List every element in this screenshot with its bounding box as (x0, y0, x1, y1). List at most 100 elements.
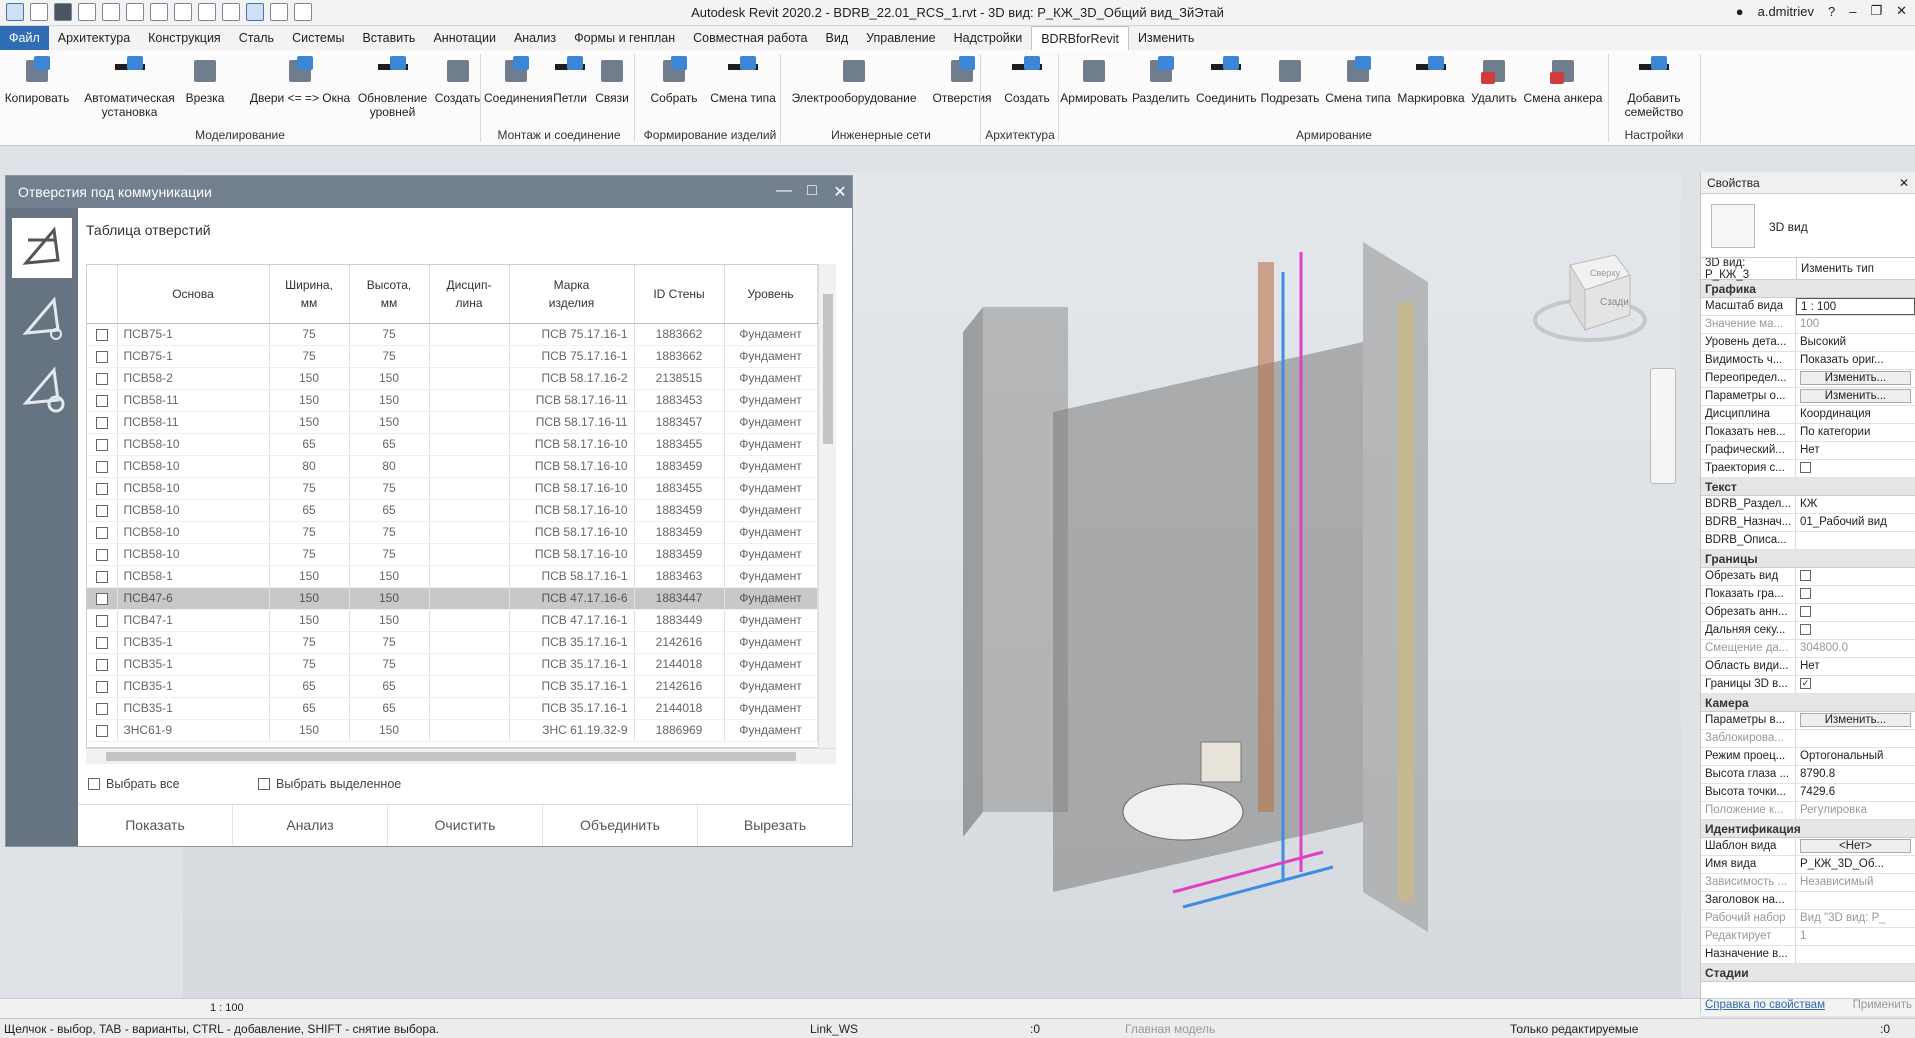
property-value[interactable] (1796, 730, 1915, 747)
workset-selector[interactable]: Link_WS (810, 1022, 858, 1036)
analyze-button[interactable]: Анализ (233, 805, 388, 846)
sidebar-openings-icon[interactable] (12, 218, 72, 278)
property-row[interactable]: Область види... Нет (1701, 658, 1915, 676)
property-checkbox[interactable] (1800, 570, 1811, 582)
row-checkbox[interactable] (95, 526, 108, 539)
property-row[interactable]: Рабочий набор Вид "3D вид: Р_ (1701, 910, 1915, 928)
property-row[interactable]: Смещение да... 304800.0 (1701, 640, 1915, 658)
table-row[interactable]: ПСВ58-10 80 80 ПСВ 58.17.16-10 1883459 Фундам… (87, 455, 818, 478)
row-checkbox[interactable] (95, 724, 108, 737)
property-value[interactable] (1796, 892, 1915, 909)
property-value[interactable]: Изменить... (1796, 388, 1915, 405)
property-value[interactable] (1796, 622, 1915, 639)
row-checkbox-cell[interactable] (87, 323, 118, 346)
table-row[interactable]: ПСВ58-10 75 75 ПСВ 58.17.16-10 1883459 Фундам… (87, 543, 818, 566)
property-value[interactable]: 7429.6 (1796, 784, 1915, 801)
property-row[interactable]: Параметры о... Изменить... (1701, 388, 1915, 406)
pipe-cold-horizontal[interactable] (1182, 865, 1334, 909)
row-checkbox[interactable] (95, 372, 108, 385)
table-row[interactable]: ПСВ58-11 150 150 ПСВ 58.17.16-11 1883457 Фунд… (87, 411, 818, 434)
table-row[interactable]: ПСВ75-1 75 75 ПСВ 75.17.16-1 1883662 Фундамен… (87, 323, 818, 346)
property-value[interactable]: Координация (1796, 406, 1915, 423)
ribbon-button-21[interactable]: Смена анкера (1520, 54, 1606, 105)
property-category[interactable]: Границы (1701, 550, 1915, 568)
table-row[interactable]: ЗНС61-9 150 150 ЗНС 61.19.32-9 1886969 Фундам… (87, 719, 818, 742)
ribbon-button-15[interactable]: Разделить (1130, 54, 1192, 105)
row-checkbox[interactable] (95, 702, 108, 715)
properties-help-link[interactable]: Справка по свойствам (1705, 999, 1825, 1016)
table-row[interactable]: ПСВ58-11 150 150 ПСВ 58.17.16-11 1883453 Фунд… (87, 389, 818, 412)
row-checkbox-cell[interactable] (87, 631, 118, 654)
ribbon-button-18[interactable]: Смена типа (1324, 54, 1392, 105)
property-row[interactable]: Значение ма... 100 (1701, 316, 1915, 334)
apply-button[interactable]: Применить (1853, 999, 1912, 1016)
view-selector[interactable]: 3D вид: Р_КЖ_3 (1701, 256, 1797, 281)
property-row[interactable]: BDRB_Раздел... КЖ (1701, 496, 1915, 514)
ribbon-button-5[interactable]: Создать (430, 54, 485, 105)
property-value[interactable] (1796, 460, 1915, 477)
property-value[interactable]: 01_Рабочий вид (1796, 514, 1915, 531)
ribbon-button-14[interactable]: Армировать (1060, 54, 1128, 105)
property-row[interactable]: Переопредел... Изменить... (1701, 370, 1915, 388)
view-cube-face[interactable]: Сзади (1600, 297, 1629, 308)
dialog-minimize-button[interactable]: — (774, 182, 794, 200)
property-value[interactable]: По категории (1796, 424, 1915, 441)
row-checkbox-cell[interactable] (87, 433, 118, 456)
sink[interactable] (1122, 783, 1244, 841)
ribbon-tab-7[interactable]: Анализ (505, 26, 565, 50)
table-row[interactable]: ПСВ35-1 65 65 ПСВ 35.17.16-1 2142616 Фундамен… (87, 675, 818, 698)
row-checkbox[interactable] (95, 548, 108, 561)
dialog-title-bar[interactable]: Отверстия под коммуникации — □ ✕ (6, 176, 852, 208)
toilet[interactable] (1200, 741, 1242, 783)
header-base[interactable]: Основа (117, 265, 270, 324)
property-value[interactable]: Вид "3D вид: Р_ (1796, 910, 1915, 927)
property-row[interactable]: Заголовок на... (1701, 892, 1915, 910)
row-checkbox[interactable] (95, 438, 108, 451)
property-row[interactable]: Назначение в... (1701, 946, 1915, 964)
property-row[interactable]: Дальняя секу... (1701, 622, 1915, 640)
header-width[interactable]: Ширина, мм (269, 265, 350, 324)
property-row[interactable]: Уровень дета... Высокий (1701, 334, 1915, 352)
table-row[interactable]: ПСВ47-1 150 150 ПСВ 47.17.16-1 1883449 Фундам… (87, 609, 818, 632)
property-value[interactable]: Регулировка (1796, 802, 1915, 819)
property-value[interactable]: КЖ (1796, 496, 1915, 513)
row-checkbox[interactable] (95, 460, 108, 473)
property-edit-button[interactable]: Изменить... (1800, 389, 1911, 403)
ribbon-tab-3[interactable]: Сталь (230, 26, 283, 50)
property-value[interactable]: Нет (1796, 658, 1915, 675)
property-value[interactable]: Изменить... (1796, 712, 1915, 729)
pipe-vertical[interactable] (1258, 262, 1274, 812)
dialog-close-button[interactable]: ✕ (830, 182, 850, 202)
header-height[interactable]: Высота, мм (349, 265, 430, 324)
property-row[interactable]: Границы 3D в... ✓ (1701, 676, 1915, 694)
ribbon-button-19[interactable]: Маркировка (1396, 54, 1466, 105)
row-checkbox-cell[interactable] (87, 411, 118, 434)
row-checkbox[interactable] (95, 394, 108, 407)
ribbon-button-12[interactable]: Отверстия (926, 54, 998, 105)
property-row[interactable]: Параметры в... Изменить... (1701, 712, 1915, 730)
property-category[interactable]: Идентификация (1701, 820, 1915, 838)
ribbon-tab-2[interactable]: Конструкция (139, 26, 230, 50)
ribbon-tab-1[interactable]: Архитектура (49, 26, 139, 50)
property-value[interactable]: Высокий (1796, 334, 1915, 351)
property-row[interactable]: BDRB_Назнач... 01_Рабочий вид (1701, 514, 1915, 532)
cut-button[interactable]: Вырезать (698, 805, 852, 846)
openings-table[interactable]: Основа Ширина, мм Высота, мм Дисцип-лина… (86, 264, 836, 748)
property-row[interactable]: Обрезать анн... (1701, 604, 1915, 622)
property-value[interactable]: 1 : 100 (1796, 298, 1915, 315)
property-row[interactable]: Дисциплина Координация (1701, 406, 1915, 424)
ribbon-tab-11[interactable]: Управление (857, 26, 945, 50)
editable-only-toggle[interactable]: Только редактируемые (1510, 1022, 1638, 1036)
merge-button[interactable]: Объединить (543, 805, 698, 846)
select-all-row[interactable]: Выбрать все (88, 777, 180, 791)
wall-left-side[interactable] (963, 307, 983, 837)
restore-button[interactable]: ❐ (1870, 3, 1882, 19)
property-value[interactable] (1796, 604, 1915, 621)
property-edit-button[interactable]: <Нет> (1800, 839, 1911, 853)
row-checkbox-cell[interactable] (87, 719, 118, 742)
property-value[interactable]: 8790.8 (1796, 766, 1915, 783)
row-checkbox[interactable] (95, 350, 108, 363)
edit-type-button[interactable]: Изменить тип (1797, 263, 1878, 275)
row-checkbox-cell[interactable] (87, 587, 118, 610)
property-value[interactable]: Р_КЖ_3D_Об... (1796, 856, 1915, 873)
